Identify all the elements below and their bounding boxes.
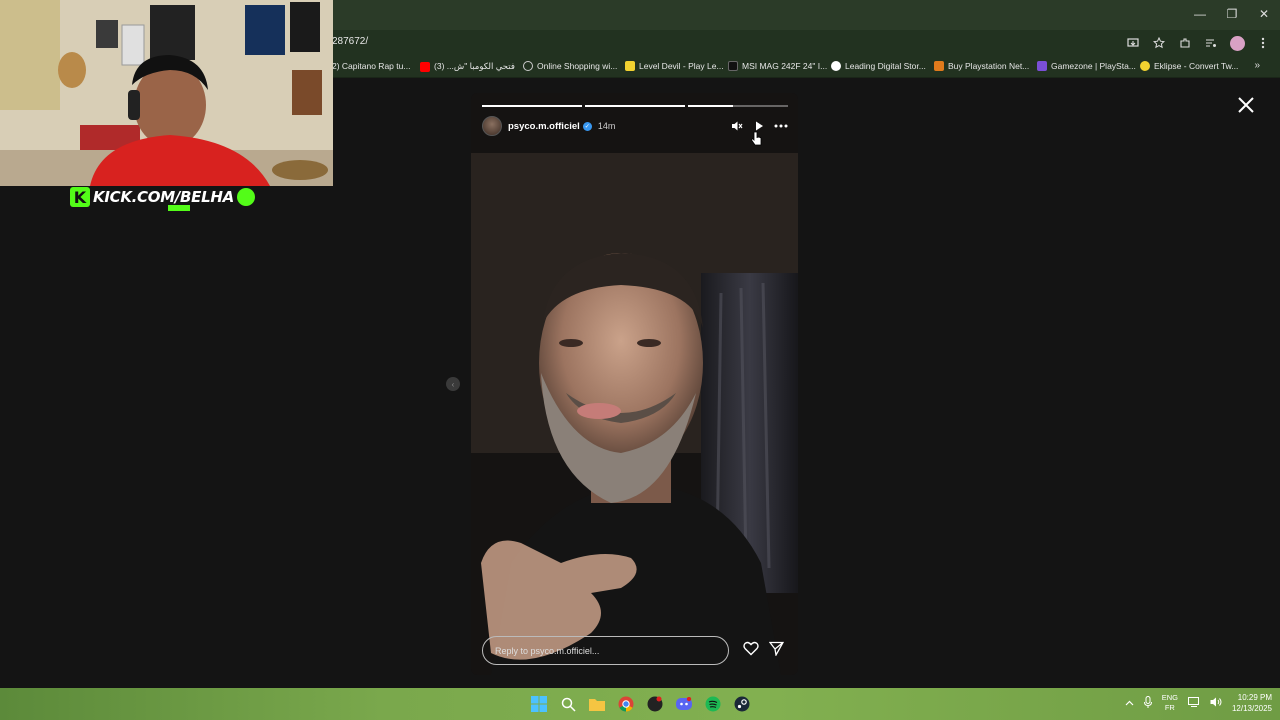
mute-icon[interactable] [730, 119, 744, 133]
verified-badge-icon: ✓ [582, 121, 592, 131]
kick-channel-tag: K KICK.COM/BELHA [70, 186, 255, 208]
bookmark-item[interactable]: MSI MAG 242F 24" I... [728, 61, 827, 71]
reply-actions [743, 641, 788, 661]
windows-start-icon[interactable] [527, 692, 551, 716]
network-icon[interactable] [1187, 697, 1200, 709]
gamezone-icon [1037, 61, 1047, 71]
minimize-button[interactable]: — [1184, 0, 1216, 28]
story-username[interactable]: psyco.m.officiel [508, 121, 580, 132]
story-reply-row: Reply to psyco.m.officiel... [482, 636, 788, 665]
steam-icon[interactable] [730, 692, 754, 716]
system-tray: ENG FR 10:29 PM 12/13/2025 [1125, 692, 1272, 714]
bookmark-label: 2) Capitano Rap tu... [332, 61, 411, 71]
close-window-button[interactable]: ✕ [1248, 0, 1280, 28]
like-heart-icon[interactable] [743, 641, 759, 661]
bookmark-label: Buy Playstation Net... [948, 61, 1030, 71]
restore-button[interactable]: ❐ [1216, 0, 1248, 28]
close-story-icon[interactable] [1234, 93, 1258, 117]
globe-icon [523, 61, 533, 71]
bookmark-label: فتحي الكومبا "ش... (3) [434, 61, 515, 71]
kick-underline [168, 205, 190, 211]
story-timestamp: 14m [597, 121, 616, 131]
story-video-frame [471, 93, 798, 675]
bookmark-item[interactable]: Buy Playstation Net... [934, 61, 1029, 71]
discord-icon[interactable] [672, 692, 696, 716]
webcam-feed [0, 0, 333, 186]
extensions-icon[interactable] [1174, 33, 1196, 53]
bookmark-label: Leading Digital Stor... [845, 61, 926, 71]
share-send-icon[interactable] [768, 641, 785, 661]
windows-taskbar: ENG FR 10:29 PM 12/13/2025 [0, 688, 1280, 720]
mouse-cursor-icon [751, 131, 762, 146]
kick-logo-icon: K [70, 187, 90, 207]
store-icon [831, 61, 841, 71]
avatar[interactable] [482, 116, 502, 136]
bookmark-label: MSI MAG 242F 24" I... [742, 61, 828, 71]
file-explorer-icon[interactable] [585, 692, 609, 716]
bookmark-label: Gamezone | PlaySta... [1051, 61, 1136, 71]
bookmark-label: Level Devil - Play Le... [639, 61, 724, 71]
language-primary: ENG [1161, 693, 1178, 702]
clock-time: 10:29 PM [1237, 693, 1272, 702]
spotify-icon[interactable] [701, 692, 725, 716]
url-field[interactable]: 287672/ [332, 36, 368, 47]
progress-segment [482, 105, 582, 107]
story-header: psyco.m.officiel ✓ 14m [482, 115, 788, 137]
channel-name: KICK.COM/BELHA [93, 188, 234, 206]
bookmark-star-icon[interactable] [1148, 33, 1170, 53]
tray-overflow-icon[interactable] [1125, 699, 1134, 708]
menu-kebab-icon[interactable] [1252, 33, 1274, 53]
previous-story-icon[interactable]: ‹ [446, 377, 460, 391]
progress-segment [688, 105, 788, 107]
x-icon [728, 61, 738, 71]
language-secondary: FR [1164, 703, 1175, 712]
taskbar-clock[interactable]: 10:29 PM 12/13/2025 [1232, 692, 1272, 714]
tag-icon [934, 61, 944, 71]
progress-segment [585, 105, 685, 107]
bookmarks-overflow-icon[interactable]: » [1254, 60, 1260, 71]
youtube-icon [420, 61, 430, 72]
kick-badge-icon [236, 188, 255, 206]
microphone-icon[interactable] [1143, 696, 1152, 710]
clock-date: 12/13/2025 [1231, 704, 1272, 713]
search-icon[interactable] [556, 692, 580, 716]
install-app-icon[interactable] [1122, 33, 1144, 53]
bookmark-label: Eklipse - Convert Tw... [1154, 61, 1239, 71]
window-controls: — ❐ ✕ [1184, 0, 1280, 30]
chrome-icon[interactable] [614, 692, 638, 716]
bookmark-item[interactable]: Online Shopping wi... [523, 61, 617, 71]
toolbar-icons [1122, 33, 1274, 53]
story-card[interactable]: psyco.m.officiel ✓ 14m Reply to psyco.m.… [471, 93, 798, 675]
webcam-overlay [0, 0, 333, 186]
github-icon[interactable] [643, 692, 667, 716]
bookmark-item[interactable]: Eklipse - Convert Tw... [1140, 61, 1238, 71]
media-controls-icon[interactable] [1200, 33, 1222, 53]
more-options-icon[interactable] [774, 119, 788, 133]
bookmark-item[interactable]: فتحي الكومبا "ش... (3) [420, 61, 515, 72]
bookmark-item[interactable]: Leading Digital Stor... [831, 61, 926, 71]
bookmark-item[interactable]: Gamezone | PlaySta... [1037, 61, 1136, 71]
eklipse-icon [1140, 61, 1150, 71]
bookmark-item[interactable]: 2) Capitano Rap tu... [332, 61, 410, 71]
reply-input[interactable]: Reply to psyco.m.officiel... [482, 636, 729, 665]
volume-icon[interactable] [1210, 697, 1222, 709]
game-icon [625, 61, 635, 71]
bookmark-label: Online Shopping wi... [537, 61, 618, 71]
story-progress [482, 105, 788, 107]
language-indicator[interactable]: ENG FR [1162, 693, 1178, 713]
profile-avatar-icon[interactable] [1226, 33, 1248, 53]
bookmark-item[interactable]: Level Devil - Play Le... [625, 61, 724, 71]
taskbar-apps [527, 692, 754, 716]
